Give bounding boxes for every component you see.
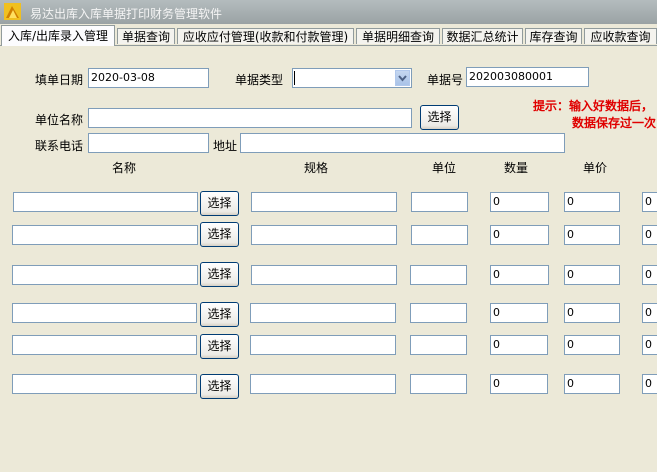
row-price-field[interactable]: 0: [564, 225, 620, 245]
title-bar: 易达出库入库单据打印财务管理软件: [0, 0, 657, 24]
row-select-button[interactable]: 选择: [200, 222, 239, 247]
tab-summary[interactable]: 数据汇总统计: [442, 28, 523, 44]
row-extra-field[interactable]: 0: [642, 192, 657, 212]
type-label: 单据类型: [235, 73, 284, 87]
row-qty-field[interactable]: 0: [490, 335, 548, 355]
tab-detail-query[interactable]: 单据明细查询: [356, 28, 440, 44]
row-unit-field[interactable]: [410, 265, 467, 285]
row-name-field[interactable]: [12, 265, 198, 285]
row-qty-field[interactable]: 0: [490, 303, 548, 323]
col-header-price: 单价: [583, 161, 608, 175]
row-spec-field[interactable]: [250, 303, 396, 323]
row-unit-field[interactable]: [411, 192, 468, 212]
row-extra-field[interactable]: 0: [642, 335, 657, 355]
tab-receivable-payable[interactable]: 应收应付管理(收款和付款管理): [177, 28, 354, 44]
row-price-field[interactable]: 0: [564, 303, 620, 323]
row-spec-field[interactable]: [251, 192, 397, 212]
row-select-button[interactable]: 选择: [200, 262, 239, 287]
row-price-field[interactable]: 0: [564, 265, 620, 285]
row-spec-field[interactable]: [250, 374, 396, 394]
row-select-button[interactable]: 选择: [200, 302, 239, 327]
row-select-button[interactable]: 选择: [200, 191, 239, 216]
col-header-spec: 规格: [304, 161, 329, 175]
tab-entry[interactable]: 入库/出库录入管理: [1, 25, 115, 46]
row-extra-field[interactable]: 0: [642, 303, 657, 323]
phone-field[interactable]: [88, 133, 209, 153]
row-unit-field[interactable]: [410, 303, 467, 323]
row-price-field[interactable]: 0: [564, 374, 620, 394]
phone-label: 联系电话: [35, 139, 84, 153]
tab-inventory[interactable]: 库存查询: [525, 28, 582, 44]
tab-receivable-query[interactable]: 应收款查询: [584, 28, 657, 44]
row-extra-field[interactable]: 0: [642, 265, 657, 285]
window-title: 易达出库入库单据打印财务管理软件: [30, 7, 223, 21]
address-field[interactable]: [240, 133, 565, 153]
row-spec-field[interactable]: [250, 335, 396, 355]
date-label: 填单日期: [35, 73, 84, 87]
tip-line-2: 数据保存过一次: [572, 116, 657, 130]
row-extra-field[interactable]: 0: [642, 225, 657, 245]
row-extra-field[interactable]: 0: [642, 374, 657, 394]
address-label: 地址: [213, 139, 238, 153]
tab-voucher-query[interactable]: 单据查询: [117, 28, 175, 44]
number-label: 单据号: [427, 73, 464, 87]
tab-strip: 入库/出库录入管理 单据查询 应收应付管理(收款和付款管理) 单据明细查询 数据…: [0, 25, 657, 46]
row-qty-field[interactable]: 0: [490, 265, 549, 285]
col-header-unit: 单位: [432, 161, 457, 175]
row-price-field[interactable]: 0: [564, 192, 620, 212]
number-field[interactable]: 202003080001: [466, 67, 589, 87]
type-dropdown-button[interactable]: [395, 70, 410, 86]
date-field[interactable]: 2020-03-08: [88, 68, 209, 88]
unit-name-field[interactable]: [88, 108, 412, 128]
row-unit-field[interactable]: [410, 374, 467, 394]
row-name-field[interactable]: [12, 374, 197, 394]
col-header-qty: 数量: [504, 161, 529, 175]
tip-line-1: 提示：输入好数据后，: [533, 99, 654, 113]
row-name-field[interactable]: [12, 303, 197, 323]
row-name-field[interactable]: [12, 335, 197, 355]
row-price-field[interactable]: 0: [564, 335, 620, 355]
text-caret: [294, 71, 295, 85]
unit-select-button[interactable]: 选择: [420, 105, 459, 130]
row-spec-field[interactable]: [251, 225, 397, 245]
unit-name-label: 单位名称: [35, 113, 84, 127]
chevron-down-icon: [398, 75, 407, 82]
row-select-button[interactable]: 选择: [200, 334, 239, 359]
row-name-field[interactable]: [13, 192, 198, 212]
row-name-field[interactable]: [12, 225, 198, 245]
type-select[interactable]: [292, 68, 412, 88]
col-header-name: 名称: [112, 161, 137, 175]
row-qty-field[interactable]: 0: [490, 374, 548, 394]
app-logo-icon: [4, 3, 21, 20]
row-unit-field[interactable]: [411, 225, 468, 245]
row-spec-field[interactable]: [251, 265, 397, 285]
row-qty-field[interactable]: 0: [490, 192, 549, 212]
row-select-button[interactable]: 选择: [200, 374, 239, 399]
row-qty-field[interactable]: 0: [490, 225, 549, 245]
row-unit-field[interactable]: [410, 335, 467, 355]
